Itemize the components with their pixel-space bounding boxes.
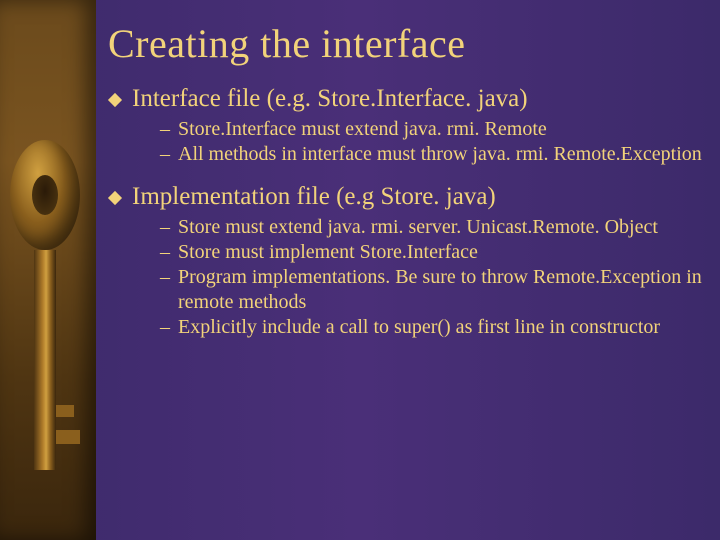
- sub-bullet-item: Store must implement Store.Interface: [160, 240, 704, 265]
- bullet-list: Interface file (e.g. Store.Interface. ja…: [108, 85, 704, 340]
- slide-content: Creating the interface Interface file (e…: [108, 20, 704, 356]
- sub-bullet-item: Program implementations. Be sure to thro…: [160, 265, 704, 315]
- sub-bullet-item: All methods in interface must throw java…: [160, 142, 704, 167]
- decorative-side-image: [0, 0, 96, 540]
- bullet-text: Interface file (e.g. Store.Interface. ja…: [132, 85, 528, 112]
- key-hole-icon: [32, 175, 58, 215]
- key-tooth-icon: [56, 430, 80, 444]
- bullet-item: Implementation file (e.g Store. java) St…: [108, 183, 704, 340]
- sub-bullet-item: Store.Interface must extend java. rmi. R…: [160, 117, 704, 142]
- sub-bullet-item: Explicitly include a call to super() as …: [160, 315, 704, 340]
- sub-bullet-item: Store must extend java. rmi. server. Uni…: [160, 215, 704, 240]
- slide-title: Creating the interface: [108, 20, 704, 67]
- key-shaft-icon: [34, 250, 56, 470]
- slide: Creating the interface Interface file (e…: [0, 0, 720, 540]
- sub-bullet-list: Store must extend java. rmi. server. Uni…: [132, 215, 704, 340]
- bullet-item: Interface file (e.g. Store.Interface. ja…: [108, 85, 704, 167]
- bullet-text: Implementation file (e.g Store. java): [132, 183, 496, 210]
- sub-bullet-list: Store.Interface must extend java. rmi. R…: [132, 117, 704, 167]
- key-tooth-icon: [56, 405, 74, 417]
